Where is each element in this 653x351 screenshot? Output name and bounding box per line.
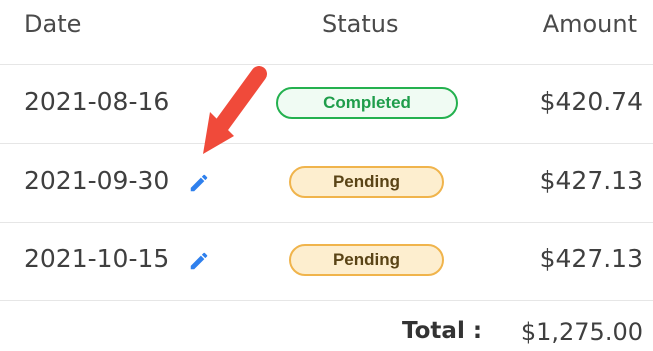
pencil-icon[interactable] — [188, 250, 210, 272]
status-badge: Pending — [289, 244, 444, 276]
amount-cell: $427.13 — [539, 166, 643, 195]
status-badge: Completed — [276, 87, 458, 119]
amount-column-header: Amount — [542, 10, 637, 38]
status-badge: Pending — [289, 166, 444, 198]
date-column-header: Date — [24, 10, 82, 38]
total-label: Total : — [402, 318, 483, 344]
amount-cell: $427.13 — [539, 244, 643, 273]
table-header: Date Status Amount — [0, 0, 653, 65]
total-value: $1,275.00 — [520, 318, 643, 346]
amount-cell: $420.74 — [539, 87, 643, 116]
table-row: 2021-10-15 Pending $427.13 — [0, 222, 653, 301]
date-cell: 2021-10-15 — [24, 244, 170, 273]
date-cell: 2021-09-30 — [24, 166, 170, 195]
transactions-table: Date Status Amount 2021-08-16 Completed … — [0, 0, 653, 351]
date-cell: 2021-08-16 — [24, 87, 170, 116]
table-row: 2021-08-16 Completed $420.74 — [0, 65, 653, 144]
table-row: 2021-09-30 Pending $427.13 — [0, 144, 653, 223]
status-column-header: Status — [322, 10, 399, 38]
pencil-icon[interactable] — [188, 172, 210, 194]
